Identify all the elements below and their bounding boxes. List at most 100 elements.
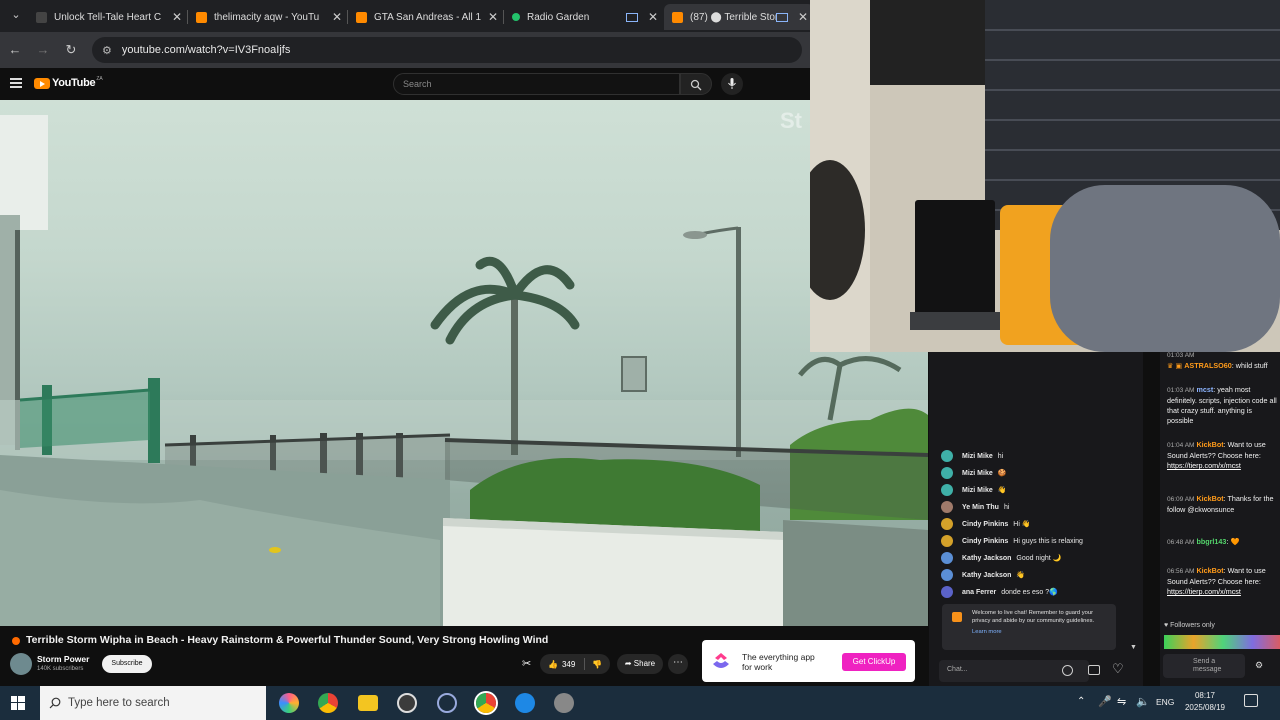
video-player[interactable]: St: [0, 100, 928, 626]
reload-button[interactable]: ↻: [62, 41, 80, 59]
windows-start-icon[interactable]: [11, 696, 25, 710]
clickup-logo-icon: [713, 653, 729, 668]
close-icon[interactable]: ✕: [646, 10, 660, 24]
chat-message: Kathy Jackson 👋: [941, 569, 1025, 581]
tab-unlock-tell-tale[interactable]: Unlock Tell-Tale Heart C ✕: [28, 4, 188, 30]
chat-message: Mizi Mike 👋: [941, 484, 1006, 496]
menu-icon[interactable]: [10, 78, 22, 88]
event-link[interactable]: https://tierp.com/x/mcst: [1167, 587, 1241, 596]
dislike-icon[interactable]: 👎: [592, 660, 602, 669]
close-icon[interactable]: ✕: [170, 10, 184, 24]
tab-title: Unlock Tell-Tale Heart C: [54, 11, 162, 23]
chat-username: Ye Min Thu: [962, 503, 999, 511]
microphone-icon[interactable]: 🎤: [1098, 695, 1112, 708]
super-chat-icon[interactable]: [1088, 665, 1100, 675]
ad-banner[interactable]: The everything app for work Get ClickUp: [702, 640, 915, 682]
video-watermark: St: [780, 108, 802, 133]
event-item: 01:03 AM ♛ ▣ ASTRALSO60: whild stuff: [1167, 352, 1268, 370]
address-bar[interactable]: ⚙ youtube.com/watch?v=IV3FnoaIjfs: [92, 37, 802, 63]
taskbar-search-placeholder: Type here to search: [68, 697, 170, 709]
picture-in-picture-icon: [776, 12, 788, 22]
search-input[interactable]: Search: [393, 73, 680, 95]
tab-terrible-storm[interactable]: (87) ⬤ Terrible Storm ✕: [664, 4, 810, 30]
event-username: KickBot: [1196, 440, 1224, 449]
close-icon[interactable]: ✕: [486, 10, 500, 24]
search-button[interactable]: [680, 73, 712, 95]
chevron-down-icon[interactable]: ▼: [1130, 644, 1137, 651]
logo-text: YouTube: [52, 77, 96, 89]
subscriber-count: 140K subscribers: [37, 666, 84, 672]
youtube-logo[interactable]: YouTube ZA: [34, 76, 103, 89]
event-username: ASTRALSO60: [1184, 361, 1232, 370]
language-indicator[interactable]: ENG: [1156, 697, 1174, 707]
ad-text-line2: for work: [742, 662, 773, 672]
chat-message: Ye Min Thu hi: [941, 501, 1009, 513]
avatar: [941, 450, 953, 462]
share-label: Share: [633, 659, 656, 668]
network-icon[interactable]: ⇋: [1117, 695, 1126, 708]
tab-search-icon[interactable]: ⌄: [8, 8, 24, 24]
tab-title: thelimacity aqw - YouTu: [214, 11, 320, 23]
copilot-icon[interactable]: [279, 693, 299, 713]
search-icon: [49, 697, 61, 709]
chat-message: Mizi Mike hi: [941, 450, 1003, 462]
share-button[interactable]: ➦ Share: [617, 654, 663, 674]
taskbar-search-input[interactable]: Type here to search: [40, 686, 266, 720]
chrome-icon[interactable]: [318, 693, 338, 713]
notifications-icon[interactable]: [1244, 694, 1258, 707]
chat-text: hi: [997, 452, 1004, 460]
event-item: 06:56 AM KickBot: Want to use Sound Aler…: [1167, 566, 1266, 596]
chevron-up-icon[interactable]: ⌃: [1077, 696, 1085, 707]
clip-icon[interactable]: ✂: [522, 657, 531, 670]
system-clock[interactable]: 08:17 2025/08/19: [1180, 690, 1230, 714]
more-actions-button[interactable]: ⋯: [668, 654, 688, 674]
send-message-input[interactable]: Send a message: [1163, 654, 1245, 678]
tab-thelimacity[interactable]: thelimacity aqw - YouTu ✕: [188, 4, 348, 30]
event-time: 01:03 AM: [1167, 352, 1195, 359]
microphone-icon: [728, 78, 736, 89]
emoji-icon[interactable]: [1062, 665, 1073, 676]
clock-time: 08:17: [1194, 691, 1216, 700]
tab-gta[interactable]: GTA San Andreas - All 1 ✕: [348, 4, 504, 30]
welcome-text: Welcome to live chat! Remember to guard …: [972, 610, 1095, 624]
event-link[interactable]: https://tierp.com/x/mcst: [1167, 461, 1241, 470]
like-count: 349: [561, 659, 576, 669]
youtube-icon: [952, 612, 962, 622]
site-info-icon[interactable]: ⚙: [102, 44, 112, 57]
like-icon[interactable]: 👍: [548, 660, 558, 669]
obs-icon[interactable]: [397, 693, 417, 713]
volume-icon[interactable]: 🔈: [1136, 695, 1150, 708]
emote-row: [1164, 635, 1280, 649]
chrome-profile-icon[interactable]: [476, 693, 496, 713]
learn-more-link[interactable]: Learn more: [972, 628, 1110, 636]
subscribe-button[interactable]: Subscribe: [102, 655, 152, 673]
tab-strip: ⌄ Unlock Tell-Tale Heart C ✕ thelimacity…: [0, 0, 810, 32]
ad-text-line1: The everything app: [742, 652, 815, 662]
chat-message: ana Ferrer donde es eso ?🌎: [941, 586, 1058, 598]
snipping-tool-icon[interactable]: [437, 693, 457, 713]
chat-username: Kathy Jackson: [962, 571, 1012, 579]
taskbar: Type here to search ⌃ 🎤 ⇋ 🔈 ENG 08:17 20…: [0, 686, 1280, 720]
ad-cta-button[interactable]: Get ClickUp: [842, 653, 906, 671]
globe-icon: [36, 11, 47, 23]
event-username: KickBot: [1196, 494, 1224, 503]
voice-search-button[interactable]: [721, 73, 743, 95]
close-icon[interactable]: ✕: [796, 10, 810, 24]
file-explorer-icon[interactable]: [358, 695, 378, 711]
clock-date: 2025/08/19: [1184, 703, 1226, 712]
tab-title: (87) ⬤ Terrible Storm: [690, 11, 776, 23]
close-icon[interactable]: ✕: [330, 10, 344, 24]
channel-name[interactable]: Storm Power: [37, 654, 89, 664]
tab-radio-garden[interactable]: Radio Garden ✕: [504, 4, 664, 30]
settings-icon[interactable]: ⚙: [1255, 660, 1263, 671]
forward-button[interactable]: →: [34, 41, 52, 59]
chat-message: Cindy Pinkins Hi guys this is relaxing: [941, 535, 1083, 547]
event-text: 🧡: [1230, 537, 1240, 546]
heart-icon[interactable]: ♡: [1112, 661, 1124, 677]
app-icon[interactable]: [554, 693, 574, 713]
channel-avatar[interactable]: [10, 653, 32, 675]
steam-icon[interactable]: [515, 693, 535, 713]
back-button[interactable]: ←: [6, 41, 24, 59]
event-time: 06:48 AM: [1167, 539, 1195, 546]
avatar: [941, 467, 953, 479]
